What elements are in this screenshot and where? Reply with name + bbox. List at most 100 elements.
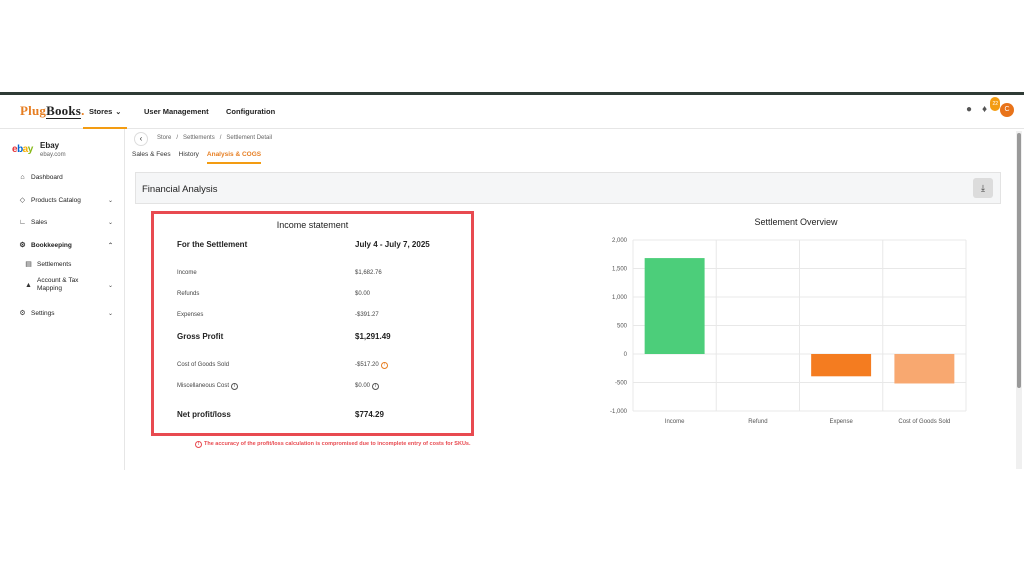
sidebar-item-settlements[interactable]: ▤ Settlements xyxy=(24,260,113,269)
document-icon: ▤ xyxy=(25,261,32,268)
logo-part-1: Plug xyxy=(20,103,47,118)
gear-icon: ⚙ xyxy=(19,242,26,249)
avatar[interactable]: C xyxy=(1000,103,1014,117)
breadcrumb-settlement-detail: Settlement Detail xyxy=(226,135,273,141)
sidebar-item-dashboard[interactable]: ⌂ Dashboard xyxy=(18,174,113,181)
info-icon[interactable]: i xyxy=(372,383,380,390)
sidebar-item-bookkeeping[interactable]: ⚙ Bookkeeping ⌃ xyxy=(18,241,113,250)
gross-profit-label: Gross Profit xyxy=(177,332,224,341)
x-tick-label: Refund xyxy=(748,419,767,425)
refunds-row: Refunds $0.00 xyxy=(177,291,457,297)
warning-text: The accuracy of the profit/loss calculat… xyxy=(204,441,471,447)
breadcrumb: Store / Settlements / Settlement Detail xyxy=(157,135,273,141)
sidebar: ebay Ebay ebay.com ⌂ Dashboard ◇ Products … xyxy=(0,129,125,470)
chevron-down-icon: ⌄ xyxy=(107,282,113,289)
period-row: For the Settlement July 4 - July 7, 2025 xyxy=(177,240,457,249)
income-statement-title: Income statement xyxy=(276,220,349,230)
expenses-label: Expenses xyxy=(177,312,204,318)
chart-bar xyxy=(894,354,955,384)
income-value: $1,682.76 xyxy=(355,270,382,276)
info-icon[interactable]: i xyxy=(231,383,239,390)
breadcrumb-store[interactable]: Store xyxy=(157,135,171,141)
gross-profit-row: Gross Profit $1,291.49 xyxy=(177,332,457,341)
sidebar-item-label: Sales xyxy=(31,219,48,226)
chevron-down-icon: ⌄ xyxy=(107,220,113,226)
cogs-value-wrap: -$517.20! xyxy=(355,362,388,369)
net-profit-label: Net profit/loss xyxy=(177,410,231,419)
net-profit-row: Net profit/loss $774.29 xyxy=(177,410,457,419)
bell-icon[interactable]: ♦ 22 xyxy=(982,97,1000,116)
misc-value: $0.00 xyxy=(355,383,371,389)
nav-stores[interactable]: Stores ⌄ xyxy=(82,107,128,129)
store-selector[interactable]: ebay Ebay ebay.com xyxy=(12,139,122,163)
expenses-value: -$391.27 xyxy=(355,312,379,318)
notification-badge: 22 xyxy=(990,97,1000,111)
cogs-value: -$517.20 xyxy=(355,362,379,368)
lightbulb-icon[interactable]: ● xyxy=(966,104,976,116)
chart-line-icon: ∟ xyxy=(19,219,26,226)
app-window: PlugBooks. Stores ⌄ User Management Confi… xyxy=(0,92,1024,470)
sitemap-icon: ▲ xyxy=(25,281,32,289)
x-tick-label: Income xyxy=(665,419,685,425)
back-button[interactable]: ‹ xyxy=(134,132,148,146)
cogs-label: Cost of Goods Sold xyxy=(177,362,230,368)
misc-label-wrap: Miscellaneous Cost i xyxy=(177,383,239,390)
tab-history[interactable]: History xyxy=(179,151,199,164)
store-domain: ebay.com xyxy=(40,152,66,158)
chevron-left-icon: ‹ xyxy=(139,134,143,143)
chevron-up-icon: ⌃ xyxy=(107,242,113,249)
financial-analysis-title: Financial Analysis xyxy=(142,184,218,195)
y-tick-label: 2,000 xyxy=(612,238,628,244)
sidebar-item-account-tax-mapping[interactable]: ▲ Account & Tax Mapping ⌄ xyxy=(24,277,113,294)
info-icon[interactable]: ! xyxy=(380,362,388,369)
ebay-logo: ebay xyxy=(12,144,33,155)
tab-analysis-cogs[interactable]: Analysis & COGS xyxy=(206,151,262,164)
y-tick-label: 500 xyxy=(617,324,628,330)
sidebar-item-label: Settlements xyxy=(37,260,72,268)
period-value: July 4 - July 7, 2025 xyxy=(355,240,430,249)
income-row: Income $1,682.76 xyxy=(177,270,457,276)
x-tick-label: Cost of Goods Sold xyxy=(898,419,950,425)
scrollbar-thumb[interactable] xyxy=(1017,133,1021,388)
chart-bar xyxy=(811,354,872,377)
gear-icon: ⚙ xyxy=(19,310,26,317)
nav-configuration[interactable]: Configuration xyxy=(226,107,275,116)
nav-stores-label: Stores xyxy=(89,107,113,116)
nav-user-management[interactable]: User Management xyxy=(144,107,209,116)
financial-analysis-header: Financial Analysis ⤓ xyxy=(135,172,1001,204)
sidebar-item-settings[interactable]: ⚙ Settings ⌄ xyxy=(18,309,113,318)
sidebar-item-label: Dashboard xyxy=(31,174,63,181)
sidebar-item-label: Products Catalog xyxy=(31,196,81,204)
sidebar-item-products-catalog[interactable]: ◇ Products Catalog ⌄ xyxy=(18,196,113,205)
plugbooks-logo[interactable]: PlugBooks. xyxy=(20,103,85,119)
top-right-icons: ● ♦ 22 C xyxy=(966,97,1014,117)
refunds-value: $0.00 xyxy=(355,291,371,297)
period-label: For the Settlement xyxy=(177,240,248,249)
tab-sales-fees[interactable]: Sales & Fees xyxy=(132,151,171,164)
expenses-row: Expenses -$391.27 xyxy=(177,312,457,318)
y-tick-label: 0 xyxy=(624,352,628,358)
sidebar-item-label: Settings xyxy=(31,309,55,317)
sidebar-item-sales[interactable]: ∟ Sales ⌄ xyxy=(18,219,113,226)
cogs-row: Cost of Goods Sold -$517.20! xyxy=(177,362,457,369)
chevron-down-icon: ⌄ xyxy=(107,197,113,204)
download-button[interactable]: ⤓ xyxy=(973,178,993,198)
y-tick-label: -500 xyxy=(615,381,628,387)
scrollbar[interactable] xyxy=(1016,131,1022,469)
chart-bar xyxy=(644,258,705,354)
misc-value-wrap: $0.00 i xyxy=(355,383,380,390)
net-profit-value: $774.29 xyxy=(355,410,384,419)
sidebar-item-label: Account & Tax Mapping xyxy=(37,277,79,293)
x-tick-label: Expense xyxy=(829,419,853,425)
y-tick-label: -1,000 xyxy=(610,409,628,415)
income-label: Income xyxy=(177,270,197,276)
sidebar-item-label: Bookkeeping xyxy=(31,241,72,249)
refunds-label: Refunds xyxy=(177,291,200,297)
tabs: Sales & Fees History Analysis & COGS xyxy=(132,151,262,164)
store-name: Ebay xyxy=(40,141,60,150)
misc-label: Miscellaneous Cost xyxy=(177,383,230,389)
gross-profit-value: $1,291.49 xyxy=(355,332,391,341)
chart-svg: 2,000 1,500 1,000 500 0 -500 -1,000 Income Refun… xyxy=(610,238,967,425)
breadcrumb-settlements[interactable]: Settlements xyxy=(183,135,215,141)
misc-row: Miscellaneous Cost i $0.00 i xyxy=(177,383,457,390)
